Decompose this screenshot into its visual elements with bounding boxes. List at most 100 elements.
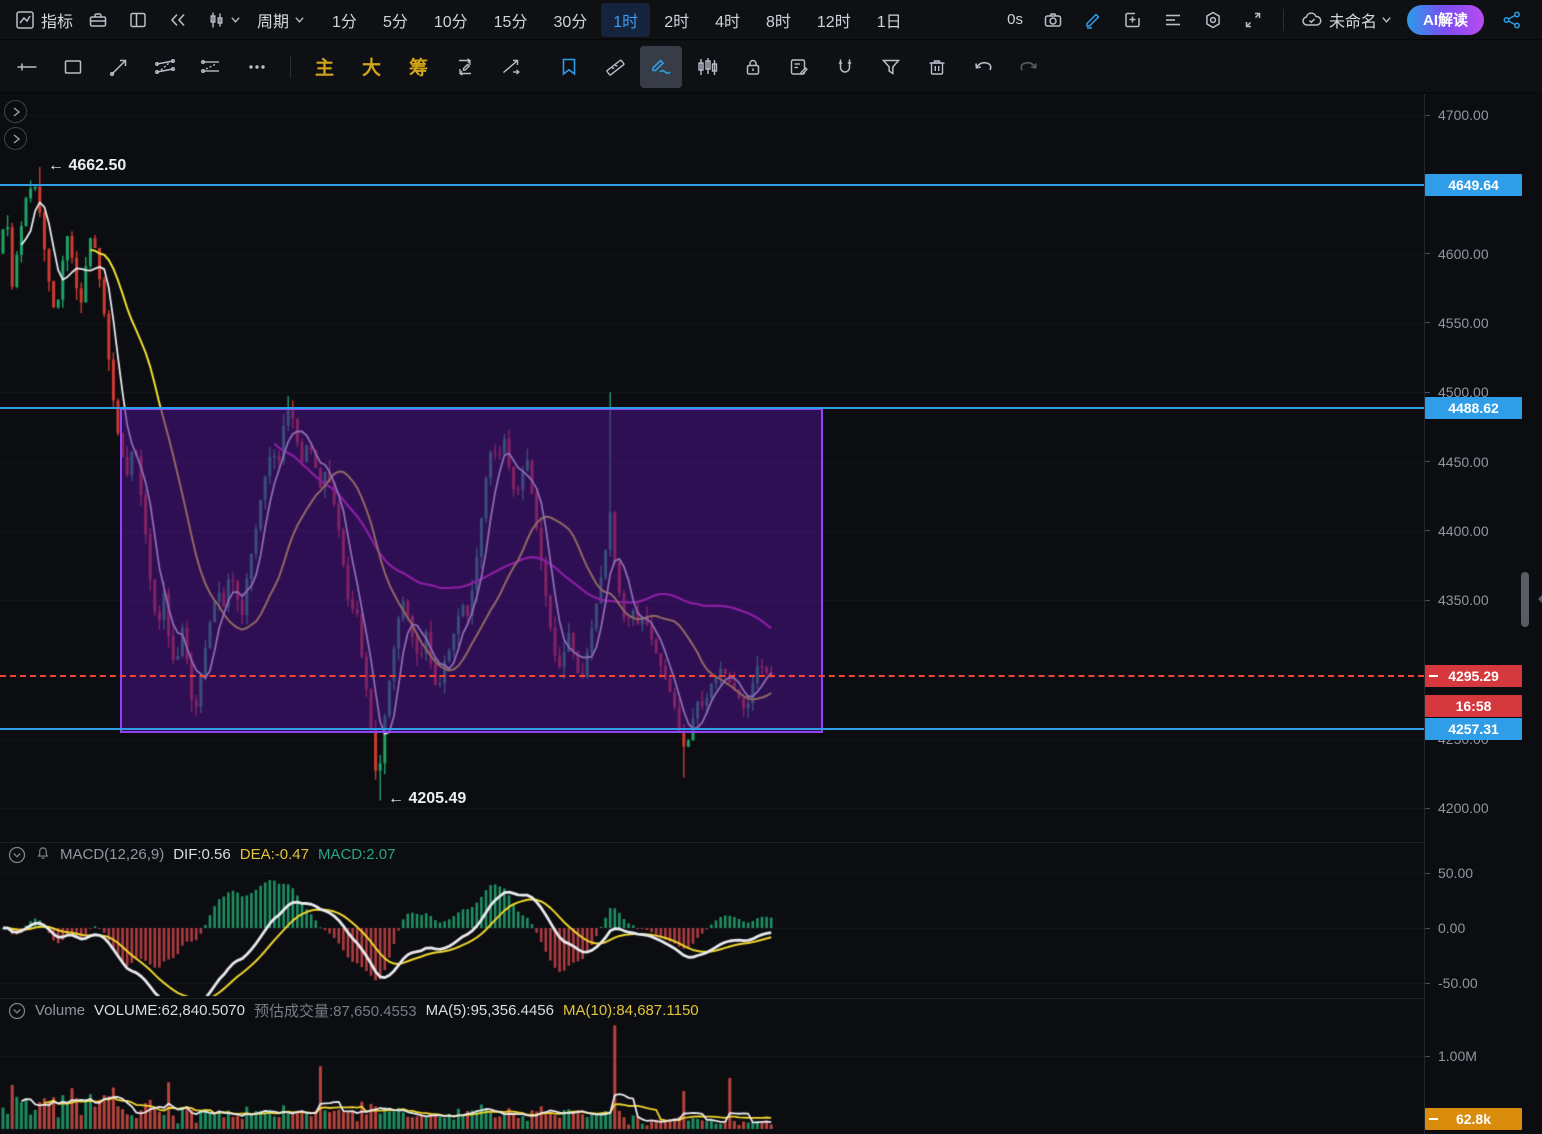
- toolbar-divider: [1283, 9, 1284, 31]
- edit-pencil-button[interactable]: [1076, 4, 1110, 36]
- chart-area[interactable]: ← 4662.50 ← 4205.49 MACD(12,26,9) DIF:0.5…: [0, 94, 1542, 1134]
- lock-icon: [742, 56, 764, 78]
- candle-pattern-button[interactable]: [686, 46, 728, 88]
- timeframe-button-10[interactable]: 12时: [805, 3, 863, 37]
- ai-analyze-label: AI解读: [1423, 9, 1468, 30]
- axis-collapse-arrow-icon[interactable]: [1532, 593, 1542, 605]
- more-tools-button[interactable]: [236, 46, 278, 88]
- ai-analyze-button[interactable]: AI解读: [1407, 5, 1484, 35]
- gear-icon: [1203, 10, 1223, 30]
- pane-divider[interactable]: [0, 998, 1542, 999]
- lock-button[interactable]: [732, 46, 774, 88]
- ellipsis-icon: [246, 56, 268, 78]
- axis-tick: 4200.00: [1438, 799, 1489, 817]
- bell-icon: [35, 844, 51, 861]
- layout-button[interactable]: [121, 4, 155, 36]
- channel-tool-button[interactable]: [144, 46, 186, 88]
- timeframe-button-11[interactable]: 1日: [865, 3, 914, 37]
- timeframe-button-8[interactable]: 4时: [703, 3, 752, 37]
- timeframe-button-9[interactable]: 8时: [754, 3, 803, 37]
- timeframe-button-4[interactable]: 15分: [482, 3, 540, 37]
- large-view-button[interactable]: 大: [348, 53, 395, 80]
- period-dropdown[interactable]: 周期: [253, 4, 309, 36]
- macd-legend: MACD(12,26,9) DIF:0.56 DEA:-0.47 MACD:2.…: [8, 844, 395, 865]
- axis-tick: 1.00M: [1438, 1047, 1477, 1065]
- fullscreen-button[interactable]: [1236, 4, 1270, 36]
- trendline-tool-button[interactable]: [98, 46, 140, 88]
- macd-alert-button[interactable]: [35, 844, 51, 865]
- bookmark-button[interactable]: [548, 46, 590, 88]
- volume-ma5: MA(5):95,356.4456: [426, 1002, 554, 1019]
- collapse-macd-button[interactable]: [8, 846, 26, 864]
- axis-tick: 4600.00: [1438, 245, 1489, 263]
- compare-arrows-button[interactable]: [490, 46, 532, 88]
- add-chart-button[interactable]: [1116, 4, 1150, 36]
- redo-button[interactable]: [1008, 46, 1050, 88]
- snapshot-button[interactable]: [1036, 4, 1070, 36]
- pane-divider[interactable]: [0, 842, 1542, 843]
- rectangle-icon: [62, 56, 84, 78]
- timeframe-button-1[interactable]: 1分: [320, 3, 369, 37]
- user-drawn-rectangle[interactable]: [120, 408, 823, 733]
- rectangle-tool-button[interactable]: [52, 46, 94, 88]
- price-level-line[interactable]: [0, 728, 1424, 730]
- horizontal-line-tool-button[interactable]: [6, 46, 48, 88]
- collapse-volume-button[interactable]: [8, 1002, 26, 1020]
- price-annotation[interactable]: ← 4205.49: [388, 790, 466, 808]
- toolbar-divider: [290, 56, 291, 78]
- expand-panel-bottom-button[interactable]: [4, 127, 27, 150]
- undo-button[interactable]: [962, 46, 1004, 88]
- replay-rewind-button[interactable]: [161, 4, 195, 36]
- candle-countdown-badge: 16:58: [1425, 695, 1522, 717]
- timeframe-button-5[interactable]: 30分: [541, 3, 599, 37]
- toolbox-button[interactable]: [81, 4, 115, 36]
- filter-button[interactable]: [870, 46, 912, 88]
- timeframe-button-3[interactable]: 10分: [422, 3, 480, 37]
- current-price-line: [0, 675, 1424, 677]
- circle-chevron-down-icon: [8, 846, 26, 864]
- refresh-edit-button[interactable]: [444, 46, 486, 88]
- settings-button[interactable]: [1196, 4, 1230, 36]
- axis-scrollbar-handle[interactable]: [1521, 572, 1529, 627]
- trendline-arrow-icon: [108, 56, 130, 78]
- notes-button[interactable]: [778, 46, 820, 88]
- share-button[interactable]: [1495, 4, 1529, 36]
- parallel-channel-icon: [153, 56, 177, 78]
- circle-chevron-down-icon: [8, 1002, 26, 1020]
- price-level-line[interactable]: [0, 184, 1424, 186]
- chevron-down-icon: [294, 14, 305, 25]
- brush-tool-button[interactable]: [640, 46, 682, 88]
- crossed-arrows-icon: [500, 56, 522, 78]
- toolbox-icon: [88, 10, 108, 30]
- ruler-button[interactable]: [594, 46, 636, 88]
- expand-panel-top-button[interactable]: [4, 100, 27, 123]
- timeframe-button-6[interactable]: 1时: [601, 3, 650, 37]
- timeframe-list: 1分5分10分15分30分1时2时4时8时12时1日: [320, 3, 914, 37]
- expand-arrows-icon: [1243, 10, 1263, 30]
- axis-tick: 4350.00: [1438, 591, 1489, 609]
- current-volume-badge: 62.8k: [1425, 1108, 1522, 1130]
- brush-wave-icon: [649, 56, 673, 78]
- axis-tick: -50.00: [1438, 974, 1478, 992]
- top-toolbar: 指标: [0, 0, 1542, 40]
- timeframe-button-7[interactable]: 2时: [652, 3, 701, 37]
- delete-drawings-button[interactable]: [916, 46, 958, 88]
- chips-distribution-button[interactable]: 筹: [395, 53, 442, 80]
- object-tree-button[interactable]: [1156, 4, 1190, 36]
- timeframe-button-2[interactable]: 5分: [371, 3, 420, 37]
- cloud-check-icon: [1301, 10, 1323, 30]
- magnet-button[interactable]: [824, 46, 866, 88]
- fib-channel-tool-button[interactable]: [190, 46, 232, 88]
- price-level-line[interactable]: [0, 407, 1424, 409]
- redo-arrow-icon: [1018, 56, 1040, 78]
- camera-icon: [1043, 10, 1063, 30]
- cloud-save-button[interactable]: 未命名: [1297, 4, 1396, 36]
- funnel-icon: [880, 56, 902, 78]
- indicators-button[interactable]: 指标: [13, 4, 75, 36]
- main-chart-button[interactable]: 主: [301, 53, 348, 80]
- axis-tick: 50.00: [1438, 864, 1473, 882]
- share-icon: [1502, 10, 1522, 30]
- horizontal-line-icon: [16, 56, 38, 78]
- chart-style-button[interactable]: [201, 4, 247, 36]
- price-annotation[interactable]: ← 4662.50: [48, 157, 126, 175]
